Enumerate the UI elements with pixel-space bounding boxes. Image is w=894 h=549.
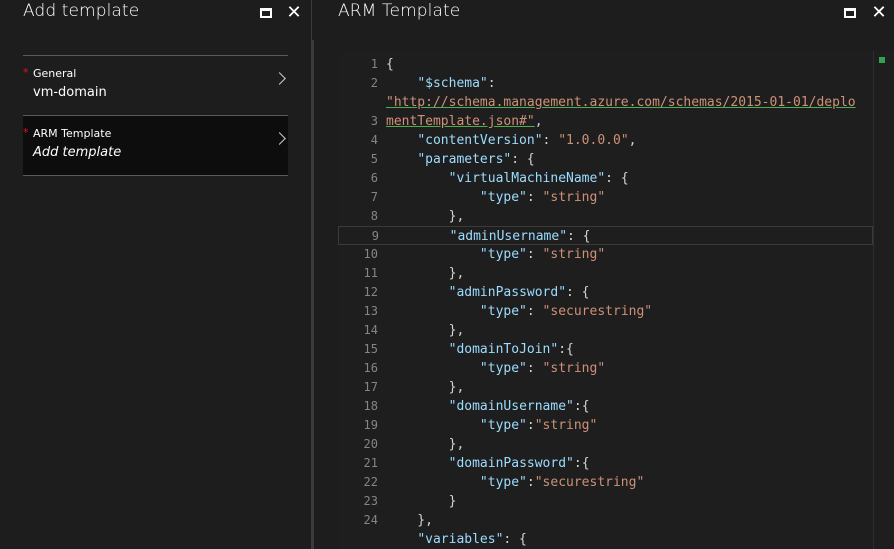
line-number: 5 — [370, 152, 378, 166]
code-line[interactable]: 14 }, — [338, 321, 873, 340]
line-number: 21 — [363, 456, 378, 470]
code-line[interactable]: 1{ — [338, 55, 873, 74]
line-text: }, — [386, 266, 465, 281]
code-line[interactable]: 4 "contentVersion": "1.0.0.0", — [338, 131, 873, 150]
line-text: "domainUsername":{ — [448, 399, 590, 414]
line-text: "type": "string" — [479, 190, 606, 205]
line-text: { — [386, 57, 394, 72]
blade-title: Add template — [23, 1, 140, 21]
code-line[interactable]: 3 mentTemplate.json#", — [338, 112, 873, 131]
line-number: 24 — [363, 513, 378, 527]
line-number: 17 — [363, 380, 378, 394]
code-line[interactable]: 17 }, — [338, 378, 873, 397]
line-text: "type": "string" — [479, 247, 606, 262]
chevron-right-icon — [273, 72, 286, 85]
line-text: "variables": { — [417, 532, 527, 547]
line-text: "$schema": — [417, 76, 496, 91]
line-text: "domainPassword":{ — [448, 456, 590, 471]
blade-title: ARM Template — [338, 1, 461, 21]
line-text: mentTemplate.json#", — [386, 114, 543, 129]
code-line[interactable]: 2 "$schema": — [338, 74, 873, 93]
add-template-blade: Add template ✕ * General vm-domain * ARM… — [0, 0, 314, 549]
line-number: 15 — [363, 342, 378, 356]
line-number: 18 — [363, 399, 378, 413]
close-icon[interactable]: ✕ — [283, 2, 305, 24]
required-asterisk: * — [23, 126, 29, 139]
line-text: }, — [386, 209, 465, 224]
line-text: } — [386, 494, 457, 509]
line-text: "domainToJoin":{ — [448, 342, 574, 357]
line-number: 3 — [370, 114, 378, 128]
line-number: 23 — [363, 494, 378, 508]
step-label: General — [33, 67, 77, 80]
line-number: 8 — [370, 209, 378, 223]
step-value: vm-domain — [33, 85, 107, 100]
line-text: }, — [386, 437, 465, 452]
line-number: 16 — [363, 361, 378, 375]
line-number: 22 — [363, 475, 378, 489]
code-line[interactable]: 6 "virtualMachineName": { — [338, 169, 873, 188]
scroll-marker — [879, 57, 885, 63]
code-line[interactable]: 10 "type": "string" — [338, 245, 873, 264]
line-number: 9 — [371, 229, 379, 243]
code-line[interactable]: 13 "type": "securestring" — [338, 302, 873, 321]
line-text: "type": "string" — [479, 361, 606, 376]
line-text: "adminPassword": { — [448, 285, 590, 300]
arm-template-blade: ARM Template ✕ 1{2 "$schema": "http://sc… — [315, 0, 894, 549]
line-text: "adminUsername": { — [449, 229, 591, 244]
code-editor[interactable]: 1{2 "$schema": "http://schema.management… — [338, 51, 894, 549]
chevron-right-icon — [273, 132, 286, 145]
code-line[interactable]: 12 "adminPassword": { — [338, 283, 873, 302]
code-line[interactable]: 11 }, — [338, 264, 873, 283]
close-icon[interactable]: ✕ — [868, 2, 890, 24]
line-number: 12 — [363, 285, 378, 299]
line-number: 13 — [363, 304, 378, 318]
code-line[interactable]: "http://schema.management.azure.com/sche… — [338, 93, 873, 112]
line-text: "type":"string" — [479, 418, 598, 433]
line-text: }, — [386, 380, 465, 395]
line-text: "parameters": { — [417, 152, 535, 167]
line-text: }, — [386, 513, 433, 528]
code-line[interactable]: 15 "domainToJoin":{ — [338, 340, 873, 359]
line-text: "type": "securestring" — [479, 304, 653, 319]
maximize-icon[interactable] — [255, 2, 277, 24]
line-text: "http://schema.management.azure.com/sche… — [386, 95, 856, 110]
line-number: 1 — [370, 57, 378, 71]
line-text: "contentVersion": "1.0.0.0", — [417, 133, 637, 148]
line-number: 10 — [363, 247, 378, 261]
step-general[interactable]: * General vm-domain — [23, 55, 288, 113]
code-line[interactable]: 22 "type":"securestring" — [338, 473, 873, 492]
line-number: 4 — [370, 133, 378, 147]
step-arm-template[interactable]: * ARM Template Add template — [23, 115, 288, 176]
line-number: 14 — [363, 323, 378, 337]
code-line[interactable]: 18 "domainUsername":{ — [338, 397, 873, 416]
code-line[interactable]: 9 "adminUsername": { — [338, 226, 873, 245]
code-line[interactable]: 19 "type":"string" — [338, 416, 873, 435]
code-line[interactable]: 23 } — [338, 492, 873, 511]
code-line[interactable]: 16 "type": "string" — [338, 359, 873, 378]
step-label: ARM Template — [33, 127, 112, 140]
maximize-icon[interactable] — [839, 2, 861, 24]
line-number: 20 — [363, 437, 378, 451]
code-line[interactable]: 24 }, — [338, 511, 873, 530]
line-text: "type":"securestring" — [479, 475, 645, 490]
step-value: Add template — [33, 145, 122, 160]
code-line[interactable]: 20 }, — [338, 435, 873, 454]
code-line[interactable]: 5 "parameters": { — [338, 150, 873, 169]
line-number: 7 — [370, 190, 378, 204]
code-line[interactable]: 21 "domainPassword":{ — [338, 454, 873, 473]
line-number: 6 — [370, 171, 378, 185]
line-number: 2 — [370, 76, 378, 90]
editor-scrollbar[interactable] — [873, 51, 894, 549]
line-text: }, — [386, 323, 465, 338]
code-line[interactable]: 8 }, — [338, 207, 873, 226]
code-line[interactable]: 7 "type": "string" — [338, 188, 873, 207]
required-asterisk: * — [23, 66, 29, 79]
line-number: 11 — [363, 266, 378, 280]
code-line[interactable]: "variables": { — [338, 530, 873, 549]
line-number: 19 — [363, 418, 378, 432]
line-text: "virtualMachineName": { — [448, 171, 629, 186]
